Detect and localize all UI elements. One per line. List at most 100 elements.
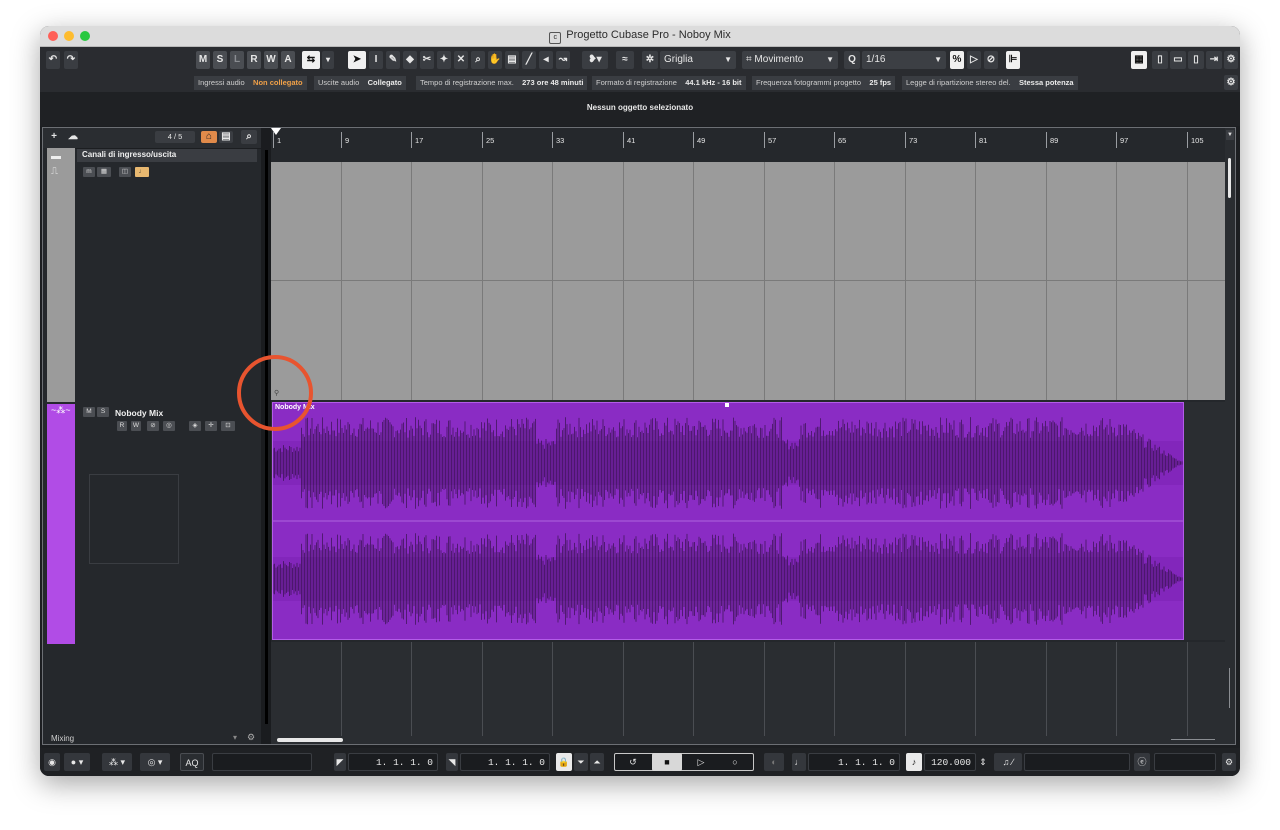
align-icon[interactable]: ⊫	[1006, 51, 1020, 69]
track-freeze-icon[interactable]: ◎	[163, 421, 175, 431]
color-tool-icon[interactable]: ❥▾	[582, 51, 608, 69]
autoscroll-icon[interactable]: ⇆	[302, 51, 320, 69]
solo-state-button[interactable]: S	[213, 51, 227, 69]
metronome-icon[interactable]: ◐	[764, 753, 784, 771]
media-bay-icon[interactable]: ▦	[1131, 51, 1147, 69]
track-insert-icon[interactable]: ✛	[205, 421, 217, 431]
audio-event[interactable]: Nobody Mix	[272, 402, 1184, 640]
audio-inputs-info[interactable]: Ingressi audio Non collegato	[194, 76, 307, 90]
write-state-button[interactable]: W	[264, 51, 278, 69]
listen-state-button[interactable]: L	[230, 51, 244, 69]
cloud-icon[interactable]: ☁	[65, 130, 81, 144]
snap-to-zero-icon[interactable]: ✲	[642, 51, 658, 69]
eraser-tool-icon[interactable]: ◆	[403, 51, 417, 69]
autoscroll-menu-chevron-icon[interactable]: ▾	[322, 51, 334, 69]
read-state-button[interactable]: R	[247, 51, 261, 69]
left-locator-field[interactable]: 1. 1. 1. 0	[348, 753, 438, 771]
automation-state-button[interactable]: A	[281, 51, 295, 69]
add-track-icon[interactable]: +	[47, 130, 61, 144]
quantize-apply-icon[interactable]: ▷	[967, 51, 981, 69]
volume-handle[interactable]	[725, 403, 729, 407]
aq-button[interactable]: AQ	[180, 753, 204, 771]
tracklist-divider[interactable]	[261, 128, 271, 744]
record-mode-icon[interactable]: ● ▾	[64, 753, 90, 771]
tempo-track-icon[interactable]: ♪	[906, 753, 922, 771]
rec-format-info[interactable]: Formato di registrazione 44.1 kHz - 16 b…	[592, 76, 746, 90]
transport-settings-gear-icon[interactable]: ⚙	[1222, 753, 1236, 771]
audio-track-nobody-mix[interactable]: ~⁂~ M S Nobody Mix R W ⊘ ◎ ◈ ✛ ⊡	[43, 404, 261, 644]
warp-tool-icon[interactable]: ↝	[556, 51, 570, 69]
right-locator-icon[interactable]: ◥	[446, 753, 458, 771]
range-tool-icon[interactable]: I	[369, 51, 383, 69]
marker-field[interactable]	[1154, 753, 1216, 771]
lower-zone-icon[interactable]: ▭	[1170, 51, 1186, 69]
record-button-icon[interactable]: ○	[722, 753, 748, 771]
track-solo-button[interactable]: S	[97, 407, 109, 417]
rec-time-info[interactable]: Tempo di registrazione max. 273 ore 48 m…	[416, 76, 588, 90]
click-icon[interactable]: ♫ ∕	[994, 753, 1022, 771]
punch-in-icon[interactable]: ⏷	[574, 753, 588, 771]
track-picture-area[interactable]	[89, 474, 179, 564]
track-mute-button[interactable]: M	[83, 407, 95, 417]
search-icon[interactable]: ⌕	[241, 130, 257, 144]
click-pattern[interactable]	[1024, 753, 1130, 771]
punch-out-icon[interactable]: ⏶	[590, 753, 604, 771]
object-selection-tool-icon[interactable]: ➤	[348, 51, 366, 69]
tempo-field[interactable]: 120.000	[924, 753, 976, 771]
midi-mode-icon[interactable]: ◎ ▾	[140, 753, 170, 771]
audio-lane[interactable]: Nobody Mix	[271, 402, 1225, 640]
zoom-tool-icon[interactable]: ⌕	[471, 51, 485, 69]
lock-icon[interactable]: 🔒	[556, 753, 572, 771]
track-read-button[interactable]: R	[117, 421, 127, 431]
iterative-quantize-icon[interactable]: %	[950, 51, 964, 69]
glue-tool-icon[interactable]: ✦	[437, 51, 451, 69]
horizontal-zoom-slider[interactable]	[1171, 739, 1215, 740]
left-zone-icon[interactable]: ▯	[1152, 51, 1168, 69]
split-tool-icon[interactable]: ✂	[420, 51, 434, 69]
mute-tool-icon[interactable]: ✕	[454, 51, 468, 69]
home-icon[interactable]: ⌂	[201, 131, 217, 143]
event-display[interactable]: ⚲ Nobody Mix	[271, 162, 1225, 736]
track-write-button[interactable]: W	[131, 421, 141, 431]
hand-tool-icon[interactable]: ✋	[488, 51, 502, 69]
track-monitor-icon[interactable]: ◈	[189, 421, 201, 431]
undo-icon[interactable]: ↶	[46, 51, 60, 69]
mute-state-button[interactable]: M	[196, 51, 210, 69]
footer-chevron-down-icon[interactable]: ▾	[233, 733, 237, 742]
line-tool-icon[interactable]: ╱	[522, 51, 536, 69]
tempo-stepper-icon[interactable]: ⇕	[978, 753, 988, 771]
ruler-chevron-down-icon[interactable]: ▼	[1226, 130, 1234, 140]
redo-icon[interactable]: ↷	[64, 51, 78, 69]
audio-mode-icon[interactable]: ⁂ ▾	[102, 753, 132, 771]
footer-gear-icon[interactable]: ⚙	[247, 732, 255, 743]
io-folder-track[interactable]: ▬ ⎍ Canali di ingresso/uscita m ▦ ◫ ♩	[43, 148, 261, 402]
cycle-icon[interactable]: ↺	[620, 753, 646, 771]
vertical-scroll-thumb[interactable]	[1228, 158, 1231, 198]
track-visibility-icon[interactable]: ▤	[219, 131, 233, 143]
project-position-field[interactable]: 1. 1. 1. 0	[808, 753, 900, 771]
play-button-icon[interactable]: ▷	[688, 753, 714, 771]
frame-rate-info[interactable]: Frequenza fotogrammi progetto 25 fps	[752, 76, 896, 90]
grid-mode-dropdown[interactable]: ⌗ Movimento ▼	[742, 51, 838, 69]
play-tool-icon[interactable]: ◂	[539, 51, 553, 69]
empty-lane[interactable]	[271, 642, 1225, 736]
snap-type-dropdown[interactable]: Griglia ▼	[660, 51, 736, 69]
track-lane-icon[interactable]: ⊡	[221, 421, 235, 431]
quantize-icon[interactable]: Q	[844, 51, 860, 69]
settings-gear-icon[interactable]: ⚙	[1224, 51, 1238, 69]
snap-toggle-icon[interactable]: ≈	[616, 51, 634, 69]
pan-law-info[interactable]: Legge di ripartizione stereo del. Stessa…	[902, 76, 1078, 90]
io-folder-lane[interactable]: ⚲	[271, 162, 1225, 400]
track-bypass-icon[interactable]: ⊘	[147, 421, 159, 431]
stop-button-icon[interactable]: ■	[652, 753, 682, 771]
sync-icon[interactable]: ⓔ	[1134, 753, 1150, 771]
left-locator-icon[interactable]: ◤	[334, 753, 346, 771]
horizontal-scroll-thumb[interactable]	[277, 738, 343, 742]
infobar-settings-gear-icon[interactable]: ⚙	[1224, 75, 1238, 90]
right-zone-icon[interactable]: ▯	[1188, 51, 1204, 69]
pencil-tool-icon[interactable]: ✎	[386, 51, 400, 69]
right-locator-field[interactable]: 1. 1. 1. 0	[460, 753, 550, 771]
vertical-scrollbar[interactable]: ▼	[1225, 128, 1235, 744]
horizontal-scrollbar[interactable]	[271, 736, 1225, 744]
quantize-dropdown[interactable]: 1/16 ▼	[862, 51, 946, 69]
